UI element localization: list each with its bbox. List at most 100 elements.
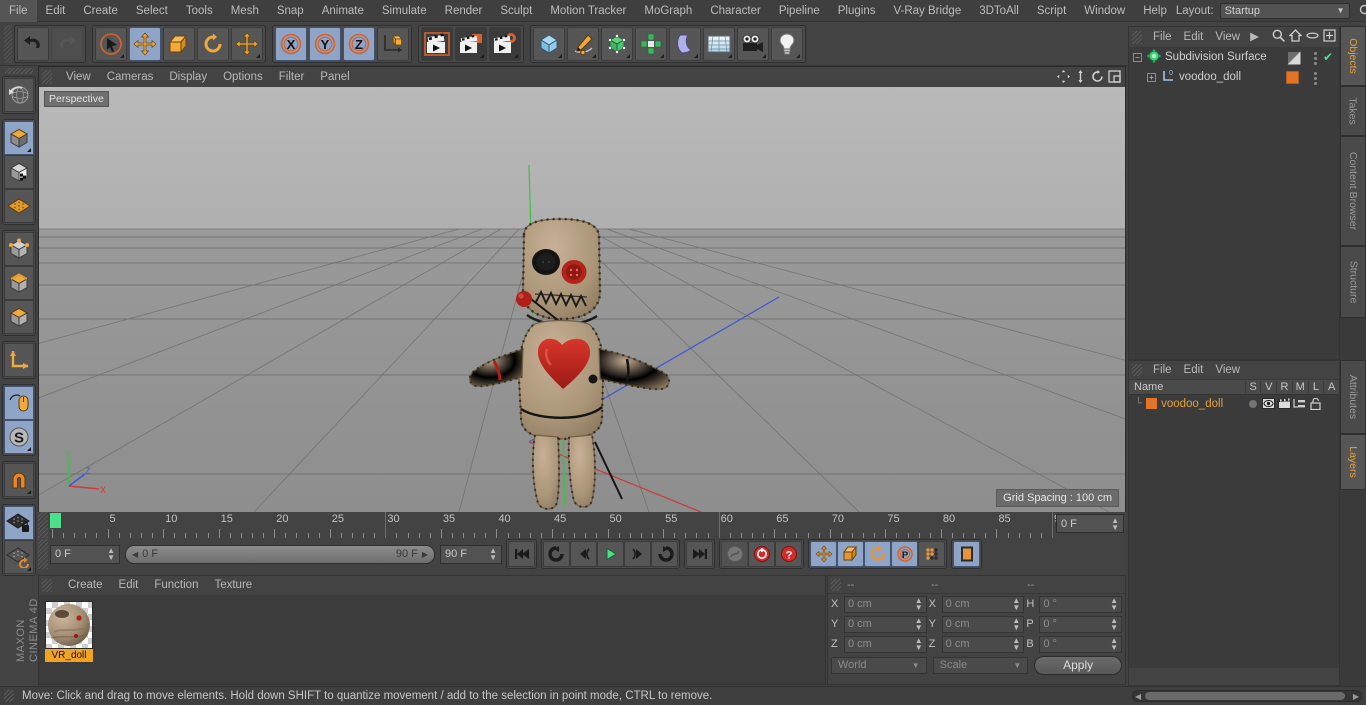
position-x-field[interactable]: 0 cm ▲ ▼ — [844, 595, 927, 613]
rotation-b-field[interactable]: 0 ° ▲ ▼ — [1039, 635, 1123, 653]
collapse-toggle[interactable]: − — [1133, 52, 1142, 62]
tab-content-browser[interactable]: Content Browser — [1340, 136, 1366, 246]
frame-end-field[interactable]: 90 F ▲ ▼ — [440, 544, 502, 564]
tag-dots-icon[interactable] — [1314, 52, 1317, 65]
menu-item-plugins[interactable]: Plugins — [829, 0, 885, 22]
object-menu-file[interactable]: File — [1147, 27, 1178, 47]
display-tag-icon[interactable] — [1287, 51, 1301, 68]
key-scale-icon[interactable] — [837, 541, 864, 567]
layer-manager-grip[interactable] — [1132, 364, 1142, 376]
tag-dots-icon[interactable] — [1314, 72, 1317, 85]
scale-icon[interactable] — [163, 26, 195, 61]
coordinate-system-select[interactable]: World ▼ — [831, 656, 927, 674]
horizontal-scrollbar[interactable]: ◀ ▶ — [1132, 690, 1362, 702]
position-y-field[interactable]: 0 cm ▲ ▼ — [844, 615, 927, 633]
menu-item-create[interactable]: Create — [74, 0, 127, 22]
undo-view-globe-icon[interactable] — [4, 78, 34, 112]
scene-environment-icon[interactable] — [703, 26, 735, 61]
toolbar-grip[interactable] — [4, 24, 12, 63]
record-active-objects-icon[interactable] — [748, 541, 775, 567]
layout-select[interactable]: Startup ▼ — [1219, 2, 1350, 19]
rotate-icon[interactable] — [197, 26, 229, 61]
object-manager-grip[interactable] — [1132, 30, 1142, 44]
viewport-menu-panel[interactable]: Panel — [312, 67, 357, 87]
key-point-level-icon[interactable] — [918, 541, 945, 567]
key-position-icon[interactable] — [810, 541, 837, 567]
viewport-solo-mouse-icon[interactable] — [4, 386, 34, 420]
viewport-menu-options[interactable]: Options — [215, 67, 271, 87]
go-to-start-icon[interactable] — [508, 541, 535, 567]
edges-mode-icon[interactable] — [4, 266, 34, 300]
size-x-field[interactable]: 0 cm ▲ ▼ — [941, 595, 1025, 613]
layer-row-voodoo-doll[interactable]: └ voodoo_doll — [1129, 395, 1339, 412]
render-to-picture-viewer-icon[interactable] — [455, 26, 487, 61]
object-axis-icon[interactable] — [4, 343, 34, 377]
material-manager-body[interactable]: VR_doll — [39, 595, 825, 684]
key-parameter-icon[interactable]: P — [891, 541, 918, 567]
key-rotation-icon[interactable] — [864, 541, 891, 567]
viewport-menu-filter[interactable]: Filter — [271, 67, 313, 87]
menu-item-sculpt[interactable]: Sculpt — [491, 0, 541, 22]
object-row-voodoo-doll[interactable]: + 0 voodoo_doll — [1129, 67, 1339, 87]
material-manager-grip[interactable] — [42, 579, 52, 592]
object-menu-view[interactable]: View — [1209, 27, 1246, 47]
viewport-grip[interactable] — [42, 70, 52, 84]
lock-y-icon[interactable]: Y — [309, 26, 341, 61]
timeline-ruler[interactable]: 051015202530354045505560657075808590 — [48, 512, 1126, 538]
material-menu-texture[interactable]: Texture — [206, 576, 260, 595]
layer-manager-body[interactable]: └ voodoo_doll — [1129, 395, 1339, 668]
scroll-left-arrow-icon[interactable]: ◀ — [1135, 692, 1141, 701]
menu-item-vray-bridge[interactable]: V-Ray Bridge — [884, 0, 970, 22]
layer-name-cell[interactable]: └ voodoo_doll — [1129, 398, 1245, 410]
material-tag-icon[interactable] — [1285, 70, 1300, 87]
tab-takes[interactable]: Takes — [1340, 86, 1366, 136]
animation-layers-icon[interactable] — [953, 541, 980, 567]
previous-keyframe-icon[interactable] — [543, 541, 570, 567]
range-right-arrow-icon[interactable]: ▶ — [422, 550, 428, 559]
rotation-h-field[interactable]: 0 ° ▲ ▼ — [1039, 595, 1123, 613]
lock-open-icon[interactable] — [1308, 397, 1324, 410]
layer-color-swatch[interactable] — [1146, 398, 1158, 409]
menu-item-edit[interactable]: Edit — [37, 0, 75, 22]
layer-menu-file[interactable]: File — [1147, 361, 1178, 379]
cube-primitive-icon[interactable] — [533, 26, 565, 61]
material-name[interactable]: VR_doll — [45, 649, 93, 662]
object-menu-edit[interactable]: Edit — [1178, 27, 1210, 47]
spinner-icon[interactable]: ▲ ▼ — [489, 547, 497, 562]
mograph-array-icon[interactable] — [635, 26, 667, 61]
ellipse-icon[interactable] — [1306, 29, 1319, 45]
spinner-icon[interactable]: ▲ ▼ — [1012, 597, 1020, 612]
spinner-icon[interactable]: ▲ ▼ — [915, 617, 923, 632]
menu-item-character[interactable]: Character — [701, 0, 770, 22]
material-menu-function[interactable]: Function — [146, 576, 206, 595]
size-z-field[interactable]: 0 cm ▲ ▼ — [941, 635, 1025, 653]
viewport-canvas[interactable]: Perspective Grid Spacing : 100 cm Y X Z — [39, 87, 1125, 512]
texture-mode-icon[interactable] — [4, 155, 34, 189]
scroll-right-arrow-icon[interactable]: ▶ — [1353, 692, 1359, 701]
menu-item-render[interactable]: Render — [436, 0, 492, 22]
play-icon[interactable] — [597, 541, 624, 567]
menu-item-snap[interactable]: Snap — [268, 0, 313, 22]
model-mode-icon[interactable] — [4, 121, 34, 155]
pan-view-icon[interactable] — [1057, 70, 1070, 86]
spinner-icon[interactable]: ▲ ▼ — [915, 597, 923, 612]
coordinates-grip[interactable] — [831, 578, 841, 591]
menu-item-simulate[interactable]: Simulate — [373, 0, 436, 22]
viewport-menu-view[interactable]: View — [58, 67, 99, 87]
spinner-icon[interactable]: ▲ ▼ — [1110, 637, 1118, 652]
expand-icon[interactable] — [1323, 29, 1336, 45]
lock-x-icon[interactable]: X — [275, 26, 307, 61]
deformer-bend-icon[interactable] — [669, 26, 701, 61]
menu-item-3dtoall[interactable]: 3DToAll — [970, 0, 1028, 22]
light-icon[interactable] — [771, 26, 803, 61]
expand-toggle[interactable]: + — [1147, 72, 1156, 82]
tab-attributes[interactable]: Attributes — [1340, 360, 1366, 434]
dolly-view-icon[interactable] — [1074, 70, 1087, 86]
polygons-mode-icon[interactable] — [4, 300, 34, 334]
material-menu-create[interactable]: Create — [60, 576, 111, 595]
generator-icon[interactable] — [601, 26, 633, 61]
workplane-mode-icon[interactable] — [4, 189, 34, 223]
timeline-grip[interactable] — [38, 512, 48, 538]
menu-item-window[interactable]: Window — [1075, 0, 1134, 22]
go-to-end-icon[interactable] — [686, 541, 713, 567]
